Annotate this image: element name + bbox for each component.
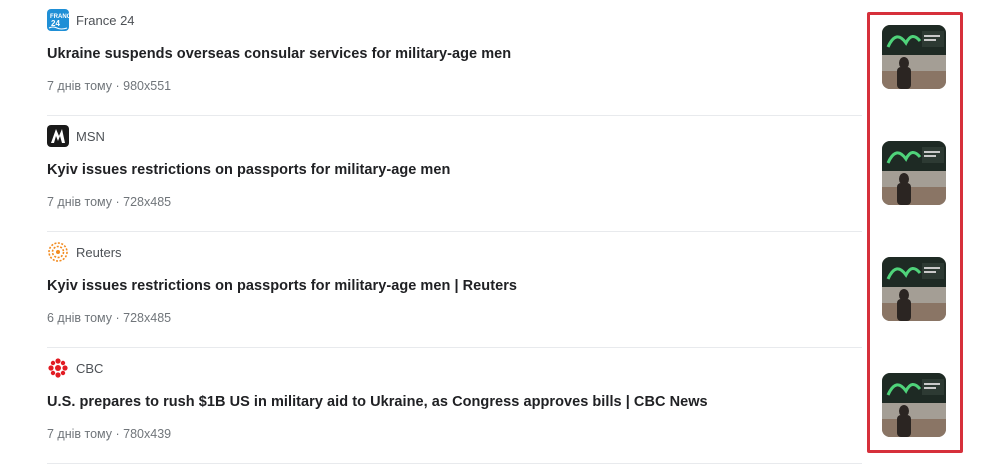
source-name: Reuters — [76, 244, 122, 260]
cbc-logo-icon — [47, 357, 69, 379]
result-title[interactable]: Kyiv issues restrictions on passports fo… — [47, 278, 517, 294]
msn-logo-icon — [47, 125, 69, 147]
result-title[interactable]: Ukraine suspends overseas consular servi… — [47, 46, 511, 62]
image-results-list: FRANCE 24 France 24 Ukraine suspends ove… — [0, 0, 985, 466]
france24-logo-icon: FRANCE 24 — [47, 9, 69, 31]
source-row[interactable]: CBC — [47, 357, 103, 379]
list-item[interactable]: Reuters Kyiv issues restrictions on pass… — [47, 232, 862, 348]
source-name: France 24 — [76, 12, 135, 28]
source-row[interactable]: MSN — [47, 125, 105, 147]
source-row[interactable]: FRANCE 24 France 24 — [47, 9, 135, 31]
reuters-logo-icon — [47, 241, 69, 263]
result-meta: 7 днів тому · 728x485 — [47, 195, 172, 209]
list-item[interactable]: MSN Kyiv issues restrictions on passport… — [47, 116, 862, 232]
source-row[interactable]: Reuters — [47, 241, 122, 263]
result-meta: 6 днів тому · 728x485 — [47, 311, 172, 325]
result-meta: 7 днів тому · 980x551 — [47, 79, 172, 93]
thumbnail-highlight-box — [867, 12, 963, 453]
result-title[interactable]: U.S. prepares to rush $1B US in military… — [47, 394, 708, 410]
list-item[interactable]: FRANCE 24 France 24 Ukraine suspends ove… — [47, 0, 862, 116]
source-name: CBC — [76, 360, 104, 376]
source-name: MSN — [76, 128, 105, 144]
result-title[interactable]: Kyiv issues restrictions on passports fo… — [47, 162, 450, 178]
result-meta: 7 днів тому · 780x439 — [47, 427, 172, 441]
list-item[interactable]: CBC U.S. prepares to rush $1B US in mili… — [47, 348, 862, 464]
